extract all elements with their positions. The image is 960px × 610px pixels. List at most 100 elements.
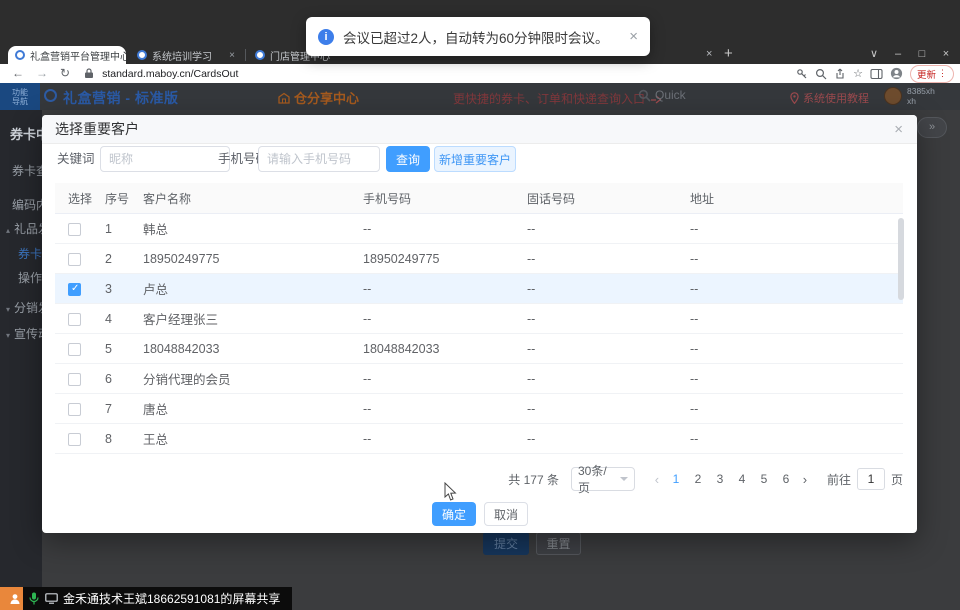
maximize-button[interactable]: □ <box>910 44 934 64</box>
row-checkbox[interactable] <box>68 223 81 236</box>
page-button-2[interactable]: 2 <box>687 472 709 486</box>
select-customer-modal: 选择重要客户 × 关键词 手机号码 查询 新增重要客户 选择 序号 客户名称 手… <box>42 115 917 533</box>
triangle-down-icon: ▾ <box>6 305 10 314</box>
row-checkbox[interactable] <box>68 313 81 326</box>
share-icon[interactable] <box>834 68 846 80</box>
sidebar-item-card-query[interactable]: 券卡查 <box>12 162 42 179</box>
row-checkbox[interactable] <box>68 433 81 446</box>
next-page-icon[interactable]: › <box>797 472 813 487</box>
screen-share-bar: 金禾通技术王斌18662591081的屏幕共享 <box>0 587 292 610</box>
table-header-row: 选择 序号 客户名称 手机号码 固话号码 地址 <box>55 183 903 214</box>
user-avatar[interactable] <box>884 87 902 105</box>
bookmark-star-icon[interactable]: ☆ <box>853 67 863 80</box>
back-icon[interactable]: ← <box>12 64 24 83</box>
triangle-down-icon: ▾ <box>6 331 10 340</box>
close-window-button[interactable]: × <box>934 44 958 64</box>
page-button-5[interactable]: 5 <box>753 472 775 486</box>
forward-icon[interactable]: → <box>36 64 48 83</box>
side-panel-icon[interactable] <box>870 68 883 80</box>
tab-close-icon[interactable]: × <box>229 50 235 61</box>
refresh-icon[interactable]: ↻ <box>60 64 70 83</box>
sidebar-item-code[interactable]: 编码内 <box>12 196 42 213</box>
zoom-icon[interactable] <box>815 68 827 80</box>
table-row[interactable]: 7 唐总 -- -- -- <box>55 394 903 424</box>
toast-close-icon[interactable]: × <box>629 28 638 45</box>
info-icon: i <box>318 29 334 45</box>
phone-input[interactable] <box>258 146 380 172</box>
row-checkbox-checked[interactable] <box>68 283 81 296</box>
lock-icon <box>84 68 94 79</box>
sidebar-item-card-active[interactable]: 券卡 <box>18 245 42 262</box>
sidebar-item-operate[interactable]: 操作 <box>18 269 42 286</box>
row-checkbox[interactable] <box>68 343 81 356</box>
jump-label: 前往 <box>827 471 851 488</box>
url-text[interactable]: standard.maboy.cn/CardsOut <box>102 68 238 80</box>
page-button-1[interactable]: 1 <box>665 472 687 486</box>
chevron-down-icon <box>620 477 628 481</box>
participant-icon <box>0 587 23 610</box>
sidebar-group-gift[interactable]: ▴礼品发 <box>6 220 42 237</box>
chrome-update-button[interactable]: 更新 ⋮ <box>910 65 954 83</box>
cancel-button[interactable]: 取消 <box>484 502 528 526</box>
new-tab-button[interactable]: + <box>724 45 733 62</box>
tab-favicon <box>137 50 147 60</box>
warehouse-icon <box>278 92 290 104</box>
page-button-6[interactable]: 6 <box>775 472 797 486</box>
pin-icon <box>790 92 799 104</box>
page-button-3[interactable]: 3 <box>709 472 731 486</box>
sidebar-group-distribution[interactable]: ▾分销发 <box>6 299 42 316</box>
table-row[interactable]: 1 韩总 -- -- -- <box>55 214 903 244</box>
tab-favicon <box>255 50 265 60</box>
confirm-button[interactable]: 确定 <box>432 502 476 526</box>
mouse-cursor <box>443 482 457 502</box>
keyword-input[interactable] <box>100 146 230 172</box>
expand-chevrons-button[interactable]: » <box>917 117 947 138</box>
table-row[interactable]: 8 王总 -- -- -- <box>55 424 903 454</box>
row-checkbox[interactable] <box>68 253 81 266</box>
menu-kebab-icon[interactable]: ⋮ <box>938 68 947 79</box>
pagination: 共 177 条 30条/页 ‹ 1 2 3 4 5 6 › 前往 页 <box>508 466 903 492</box>
modal-search-form: 关键词 手机号码 查询 新增重要客户 <box>42 146 917 172</box>
search-button[interactable]: 查询 <box>386 146 430 172</box>
tab-favicon <box>15 50 25 60</box>
add-customer-button[interactable]: 新增重要客户 <box>434 146 516 172</box>
microphone-icon <box>29 592 39 605</box>
function-nav-button[interactable]: 功能导航 <box>0 83 40 110</box>
tab-title: 系统培训学习 <box>152 48 212 63</box>
table-row-selected[interactable]: 3 卢总 -- -- -- <box>55 274 903 304</box>
browser-tab-gift-admin[interactable]: 礼盒营销平台管理中心 × <box>8 46 126 64</box>
row-checkbox[interactable] <box>68 403 81 416</box>
profile-avatar-icon[interactable] <box>890 67 903 80</box>
sidebar-group-promo[interactable]: ▾宣传动 <box>6 325 42 342</box>
user-name: 8385xh xh <box>907 86 935 106</box>
toast-message: 会议已超过2人，自动转为60分钟限时会议。 <box>343 27 609 47</box>
table-scrollbar-thumb[interactable] <box>898 218 904 300</box>
row-checkbox[interactable] <box>68 373 81 386</box>
quick-search[interactable]: Quick <box>638 88 686 102</box>
page-size-select[interactable]: 30条/页 <box>571 467 635 491</box>
table-row[interactable]: 6 分销代理的会员 -- -- -- <box>55 364 903 394</box>
share-center-link[interactable]: 仓分享中心 <box>278 88 359 107</box>
minimize-button[interactable]: – <box>886 44 910 64</box>
app-header: 功能导航 礼盒营销 - 标准版 仓分享中心 更快捷的券卡、订单和快递查询入口 Q… <box>0 83 960 110</box>
keyword-label: 关键词 <box>57 146 95 172</box>
table-row[interactable]: 2 18950249775 18950249775 -- -- <box>55 244 903 274</box>
quick-entry-text[interactable]: 更快捷的券卡、订单和快递查询入口 <box>453 90 662 107</box>
app-logo-icon <box>44 89 57 102</box>
key-icon[interactable] <box>796 68 808 80</box>
modal-close-icon[interactable]: × <box>894 121 903 138</box>
browser-tab-training[interactable]: 系统培训学习 × <box>130 46 242 64</box>
table-row[interactable]: 4 客户经理张三 -- -- -- <box>55 304 903 334</box>
pagination-total: 共 177 条 <box>508 471 559 488</box>
page-reset-button[interactable]: 重置 <box>536 532 581 555</box>
tab-search-icon[interactable]: ∨ <box>862 44 886 64</box>
tutorial-link[interactable]: 系统使用教程 <box>790 90 869 106</box>
page-button-4[interactable]: 4 <box>731 472 753 486</box>
customer-table: 选择 序号 客户名称 手机号码 固话号码 地址 1 韩总 -- -- -- 2 … <box>55 183 903 454</box>
table-row[interactable]: 5 18048842033 18048842033 -- -- <box>55 334 903 364</box>
tab-title: 礼盒营销平台管理中心 <box>30 48 126 63</box>
jump-page-input[interactable] <box>857 468 885 490</box>
tab-close-icon[interactable]: × <box>706 48 712 60</box>
prev-page-icon[interactable]: ‹ <box>649 472 665 487</box>
page-submit-button[interactable]: 提交 <box>483 532 529 555</box>
